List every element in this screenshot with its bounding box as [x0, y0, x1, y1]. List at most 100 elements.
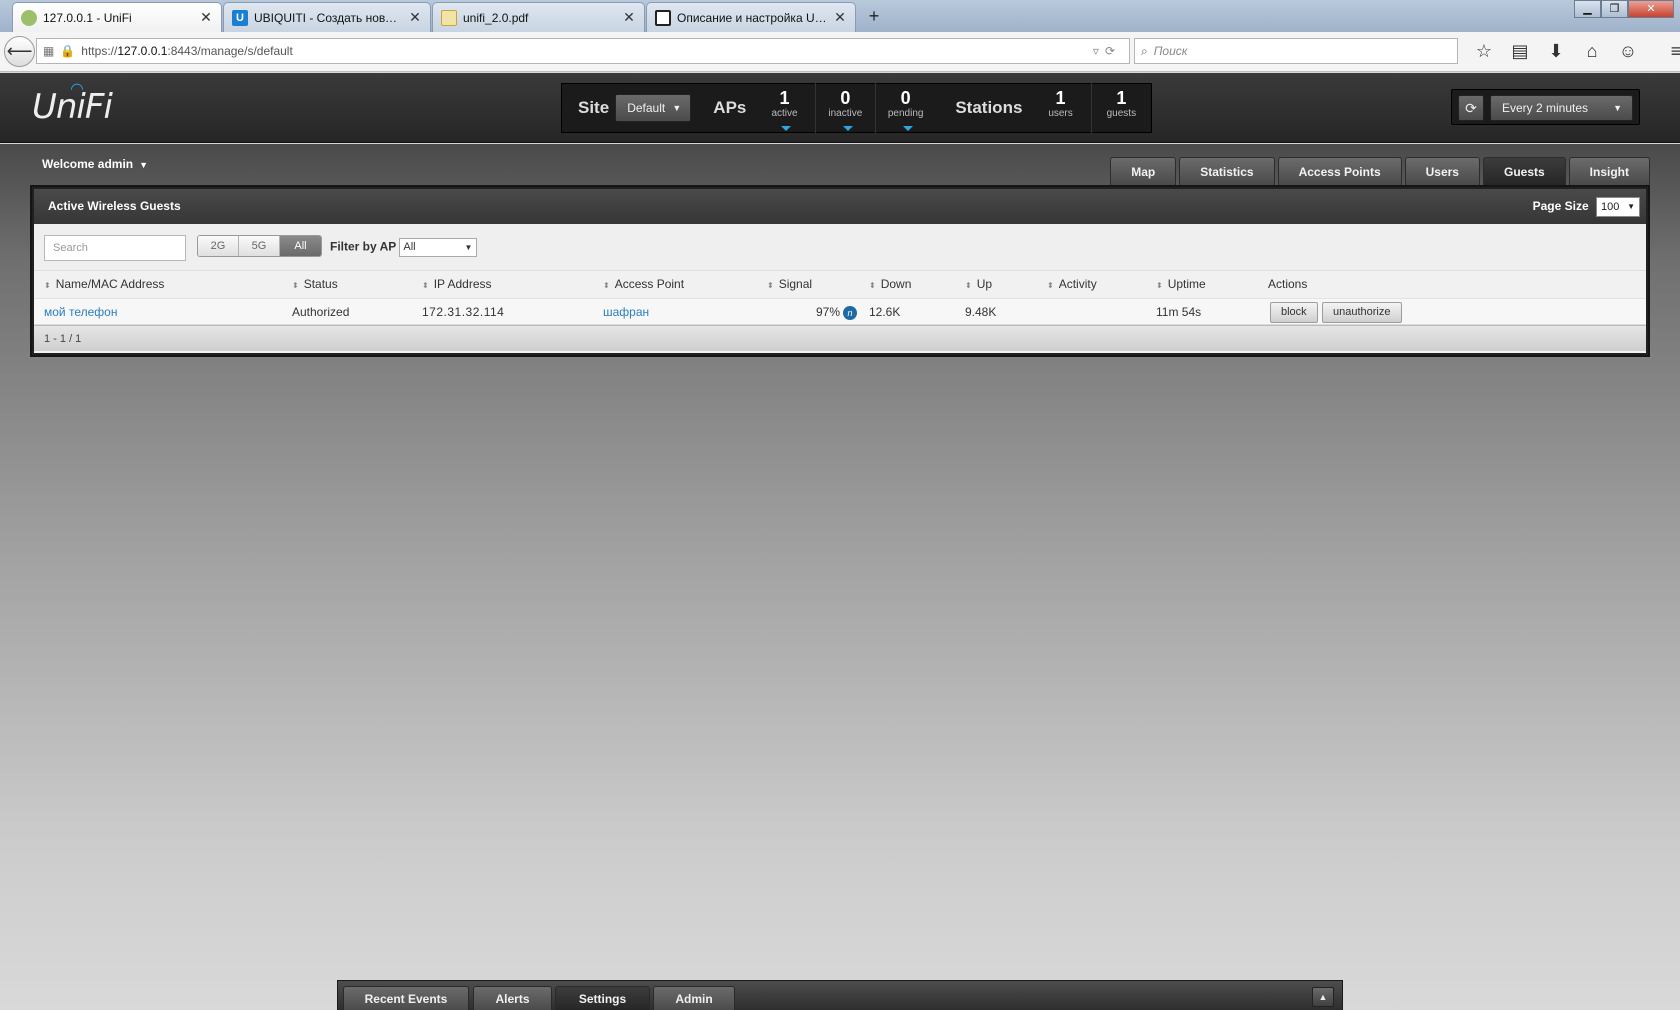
page-size-control: Page Size 100 ▼ [1533, 189, 1640, 224]
filter-by-ap: Filter by AP All ▼ [330, 238, 478, 257]
aps-pending-stat[interactable]: 0 pending [875, 83, 935, 133]
tab-statistics[interactable]: Statistics [1179, 157, 1275, 185]
browser-tab-description[interactable]: Описание и настройка Ub... ✕ [646, 2, 856, 32]
filter-ap-select[interactable]: All ▼ [399, 238, 478, 257]
browser-search-input[interactable]: ⌕ Поиск [1134, 38, 1458, 64]
page-info-icon[interactable]: ▦ [43, 44, 54, 58]
refresh-icon[interactable]: ⟳ [1458, 95, 1484, 121]
table-header: ⬍ Name/MAC Address ⬍ Status ⬍ IP Address ⬍ A… [34, 271, 1646, 298]
panel-title: Active Wireless Guests [48, 199, 181, 213]
menu-icon[interactable]: ≡ [1658, 40, 1680, 62]
stat-value: 1 [779, 88, 790, 108]
tab-access-points[interactable]: Access Points [1277, 157, 1402, 185]
panel-body: Search 2G 5G All Filter by AP All ▼ ⬍ Nam… [34, 224, 1646, 353]
stat-label: inactive [828, 108, 863, 119]
stat-value: 1 [1116, 88, 1127, 108]
unifi-logo: UniFi ◠ [32, 79, 113, 127]
sort-icon: ⬍ [603, 281, 610, 290]
close-window-icon[interactable]: ✕ [1628, 0, 1674, 18]
unauthorize-button[interactable]: unauthorize [1322, 302, 1402, 323]
band-filter-5g[interactable]: 5G [239, 236, 280, 256]
site-label: Site [578, 98, 610, 117]
col-signal[interactable]: ⬍ Signal [767, 271, 812, 299]
aps-active-stat[interactable]: 1 active [754, 83, 814, 133]
page-size-value: 100 [1601, 200, 1620, 213]
site-select[interactable]: Default ▼ [615, 94, 692, 122]
welcome-menu[interactable]: Welcome admin ▼ [42, 157, 148, 171]
refresh-interval-select[interactable]: Every 2 minutes ▼ [1490, 95, 1633, 121]
browser-tab-ubiquiti[interactable]: U UBIQUITI - Создать новую... ✕ [223, 2, 431, 32]
col-label: Status [303, 277, 338, 291]
stations-label: Stations [955, 98, 1023, 117]
band-filter-2g[interactable]: 2G [198, 236, 239, 256]
sort-icon: ⬍ [767, 281, 774, 290]
guest-ap[interactable]: шафран [603, 305, 649, 319]
guest-ap-link[interactable]: шафран [603, 299, 649, 326]
close-icon[interactable]: ✕ [833, 9, 847, 26]
main-nav-tabs: Map Statistics Access Points Users Guest… [1110, 157, 1650, 185]
page-size-select[interactable]: 100 ▼ [1596, 196, 1640, 217]
reload-icon[interactable]: ▿⟳ [1093, 44, 1121, 58]
guest-uptime: 11m 54s [1156, 305, 1202, 319]
search-icon: ⌕ [1141, 43, 1148, 58]
url-bar[interactable]: ▦ 🔒 https://127.0.0.1:8443/manage/s/defa… [36, 38, 1130, 64]
pdf-icon [441, 9, 457, 26]
col-ip[interactable]: ⬍ IP Address [422, 271, 492, 299]
bookmarks-list-icon[interactable]: ▤ [1502, 40, 1538, 62]
home-icon[interactable]: ⌂ [1574, 40, 1610, 62]
col-label: Actions [1268, 277, 1308, 291]
bookmark-star-icon[interactable]: ☆ [1466, 40, 1502, 62]
browser-tab-pdf[interactable]: unifi_2.0.pdf ✕ [432, 2, 645, 32]
band-filter-all[interactable]: All [280, 236, 321, 256]
welcome-text: Welcome admin [42, 157, 134, 171]
browser-tab-unifi[interactable]: 127.0.0.1 - UniFi ✕ [12, 2, 222, 32]
col-name[interactable]: ⬍ Name/MAC Address [44, 271, 164, 299]
filter-ap-label: Filter by AP [330, 239, 397, 254]
guest-up: 9.48K [965, 305, 997, 319]
minimize-icon[interactable]: ▁ [1574, 0, 1601, 18]
guest-name[interactable]: мой телефон [44, 305, 117, 319]
stations-users-stat[interactable]: 1 users [1030, 83, 1090, 133]
guest-status: Authorized [292, 305, 350, 319]
guest-name-link[interactable]: мой телефон [44, 299, 117, 326]
restore-icon[interactable]: ❐ [1601, 0, 1628, 18]
tab-users[interactable]: Users [1404, 157, 1480, 185]
guest-search-input[interactable]: Search [44, 235, 186, 261]
table-toolbar: Search 2G 5G All Filter by AP All ▼ [34, 224, 1646, 271]
tab-guests[interactable]: Guests [1482, 157, 1566, 185]
col-uptime[interactable]: ⬍ Uptime [1156, 271, 1206, 299]
chevron-up-icon[interactable]: ▲ [1312, 987, 1334, 1007]
dock-tab-recent-events[interactable]: Recent Events [343, 986, 469, 1010]
close-icon[interactable]: ✕ [622, 9, 636, 26]
search-placeholder: Search [53, 242, 88, 254]
back-button[interactable]: ⟵ [4, 36, 35, 67]
tab-map[interactable]: Map [1110, 157, 1177, 185]
download-icon[interactable]: ⬇ [1538, 40, 1574, 62]
col-status[interactable]: ⬍ Status [292, 271, 338, 299]
dock-tab-admin[interactable]: Admin [653, 986, 735, 1010]
status-summary: Site Default ▼ APs 1 active 0 inactive 0… [561, 83, 1152, 133]
url-prefix: https:// [81, 44, 118, 58]
block-button[interactable]: block [1270, 302, 1318, 323]
tab-insight[interactable]: Insight [1568, 157, 1650, 185]
col-up[interactable]: ⬍ Up [965, 271, 992, 299]
aps-inactive-stat[interactable]: 0 inactive [814, 83, 875, 133]
close-icon[interactable]: ✕ [408, 9, 422, 26]
new-tab-button[interactable]: + [864, 6, 884, 27]
unifi-globe-icon [21, 9, 37, 26]
sort-icon: ⬍ [292, 281, 299, 290]
dock-tab-settings[interactable]: Settings [555, 986, 650, 1010]
close-icon[interactable]: ✕ [199, 9, 213, 26]
col-activity[interactable]: ⬍ Activity [1047, 271, 1097, 299]
chat-icon[interactable]: ☺ [1610, 40, 1646, 62]
browser-tab-bar: 127.0.0.1 - UniFi ✕ U UBIQUITI - Создать… [0, 0, 1680, 32]
table-row: мой телефон Authorized 172.31.32.114 шаф… [34, 298, 1646, 325]
stat-value: 0 [840, 88, 851, 108]
col-access-point[interactable]: ⬍ Access Point [603, 271, 684, 299]
wifi-n-badge-icon: n [843, 305, 858, 320]
grid-icon [655, 9, 671, 26]
col-down[interactable]: ⬍ Down [869, 271, 911, 299]
stations-guests-stat[interactable]: 1 guests [1090, 83, 1151, 133]
col-label: Down [880, 277, 912, 291]
dock-tab-alerts[interactable]: Alerts [473, 986, 552, 1010]
